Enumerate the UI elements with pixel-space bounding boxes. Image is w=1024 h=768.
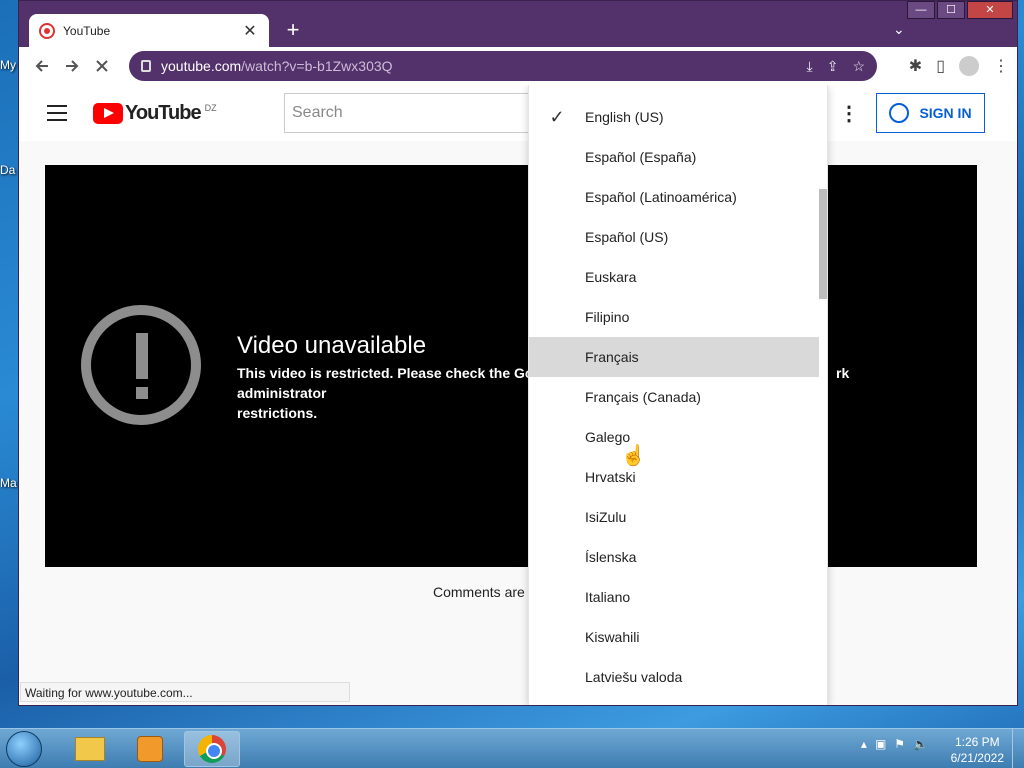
- tab-title: YouTube: [63, 24, 111, 38]
- desktop-label-3[interactable]: Ma: [0, 476, 17, 490]
- show-desktop-button[interactable]: [1012, 729, 1024, 768]
- sign-in-button[interactable]: SIGN IN: [876, 93, 985, 133]
- address-bar[interactable]: youtube.com/watch?v=b-b1Zwx303Q ⤓ ⇪ ☆: [129, 51, 877, 81]
- volume-icon[interactable]: 🔈: [913, 737, 928, 751]
- taskbar: ▴ ▣ ⚑ 🔈 1:26 PM 6/21/2022: [0, 728, 1024, 768]
- url-text[interactable]: youtube.com/watch?v=b-b1Zwx303Q: [161, 58, 807, 74]
- folder-icon: [75, 737, 105, 761]
- new-tab-button[interactable]: +: [281, 18, 305, 42]
- video-player[interactable]: Video unavailable This video is restrict…: [45, 165, 977, 567]
- country-code: DZ: [204, 102, 217, 113]
- taskbar-chrome[interactable]: [184, 731, 240, 767]
- tray-expand-icon[interactable]: ▴: [861, 737, 867, 751]
- taskbar-explorer[interactable]: [62, 731, 118, 767]
- sign-in-label: SIGN IN: [919, 105, 972, 121]
- language-item[interactable]: Italiano: [529, 577, 819, 617]
- desktop-label-2[interactable]: Da: [0, 163, 15, 177]
- youtube-play-icon: [93, 103, 123, 124]
- language-dropdown: ✓ English (US) Español (España) Español (…: [528, 85, 828, 705]
- unavailable-title: Video unavailable: [237, 332, 427, 359]
- settings-kebab-icon[interactable]: ⋮: [839, 101, 859, 126]
- tab-close-icon[interactable]: ✕: [241, 21, 259, 41]
- browser-status-bar: Waiting for www.youtube.com...: [20, 682, 350, 702]
- search-input[interactable]: Search: [284, 93, 544, 133]
- clock[interactable]: 1:26 PM 6/21/2022: [951, 734, 1004, 766]
- close-window-button[interactable]: ✕: [967, 1, 1013, 19]
- hamburger-menu-icon[interactable]: [47, 105, 67, 121]
- chrome-window: YouTube ✕ + ⌄ — ☐ ✕ youtube.com/watch?v=…: [18, 0, 1018, 706]
- action-center-flag-icon[interactable]: ⚑: [894, 737, 905, 751]
- youtube-wordmark: YouTube: [125, 102, 202, 124]
- maximize-button[interactable]: ☐: [937, 1, 965, 19]
- extensions-puzzle-icon[interactable]: ✱: [909, 56, 922, 76]
- youtube-header: YouTube DZ Search ⋮ SIGN IN: [19, 85, 1017, 141]
- language-item[interactable]: Euskara: [529, 257, 819, 297]
- minimize-button[interactable]: —: [907, 1, 935, 19]
- comments-disabled-text: Comments are: [433, 584, 525, 600]
- language-item[interactable]: Hrvatski: [529, 457, 819, 497]
- lock-icon[interactable]: [141, 60, 151, 72]
- language-item-hovered[interactable]: Français: [529, 337, 819, 377]
- media-player-icon: [137, 736, 163, 762]
- youtube-logo[interactable]: YouTube DZ: [93, 102, 217, 125]
- language-item[interactable]: Français (Canada): [529, 377, 819, 417]
- youtube-favicon-icon: [39, 23, 55, 39]
- clock-time: 1:26 PM: [954, 735, 1000, 749]
- language-item[interactable]: Íslenska: [529, 537, 819, 577]
- chrome-icon: [198, 735, 226, 763]
- language-item[interactable]: ✓ English (US): [529, 97, 819, 137]
- tab-strip: YouTube ✕ + ⌄ — ☐ ✕: [19, 1, 1017, 48]
- bookmark-star-icon[interactable]: ☆: [852, 58, 865, 75]
- language-item[interactable]: Galego: [529, 417, 819, 457]
- browser-menu-icon[interactable]: ⋮: [993, 56, 1009, 76]
- profile-avatar-icon[interactable]: [959, 56, 979, 76]
- checkmark-icon: ✓: [549, 106, 565, 127]
- dropdown-scrollbar[interactable]: [819, 189, 827, 299]
- start-button[interactable]: [6, 731, 42, 767]
- clock-date: 6/21/2022: [950, 751, 1004, 765]
- language-item[interactable]: Filipino: [529, 297, 819, 337]
- language-item[interactable]: Español (US): [529, 217, 819, 257]
- forward-arrow-icon[interactable]: [57, 51, 87, 81]
- desktop-label-1[interactable]: My: [0, 58, 16, 72]
- youtube-page: YouTube DZ Search ⋮ SIGN IN Video unavai…: [19, 85, 1017, 705]
- language-item[interactable]: Español (España): [529, 137, 819, 177]
- system-tray: ▴ ▣ ⚑ 🔈: [861, 737, 928, 751]
- language-item[interactable]: Kiswahili: [529, 617, 819, 657]
- back-arrow-icon[interactable]: [27, 51, 57, 81]
- taskbar-media-player[interactable]: [122, 731, 178, 767]
- language-item[interactable]: IsiZulu: [529, 497, 819, 537]
- user-icon: [889, 103, 910, 123]
- hand-cursor-icon: ☝: [621, 445, 646, 467]
- browser-toolbar: youtube.com/watch?v=b-b1Zwx303Q ⤓ ⇪ ☆ ✱ …: [19, 47, 1017, 85]
- language-item[interactable]: Latviešu valoda: [529, 657, 819, 697]
- install-app-icon[interactable]: ⤓: [807, 58, 813, 75]
- network-icon[interactable]: ▣: [875, 737, 886, 751]
- share-icon[interactable]: ⇪: [827, 58, 839, 75]
- exclamation-icon: [81, 305, 201, 425]
- side-panel-icon[interactable]: ▯: [936, 56, 945, 76]
- tab-youtube[interactable]: YouTube ✕: [29, 14, 269, 48]
- stop-loading-icon[interactable]: [87, 51, 117, 81]
- window-controls: — ☐ ✕: [905, 1, 1013, 19]
- language-item[interactable]: Español (Latinoamérica): [529, 177, 819, 217]
- tab-search-icon[interactable]: ⌄: [893, 21, 905, 38]
